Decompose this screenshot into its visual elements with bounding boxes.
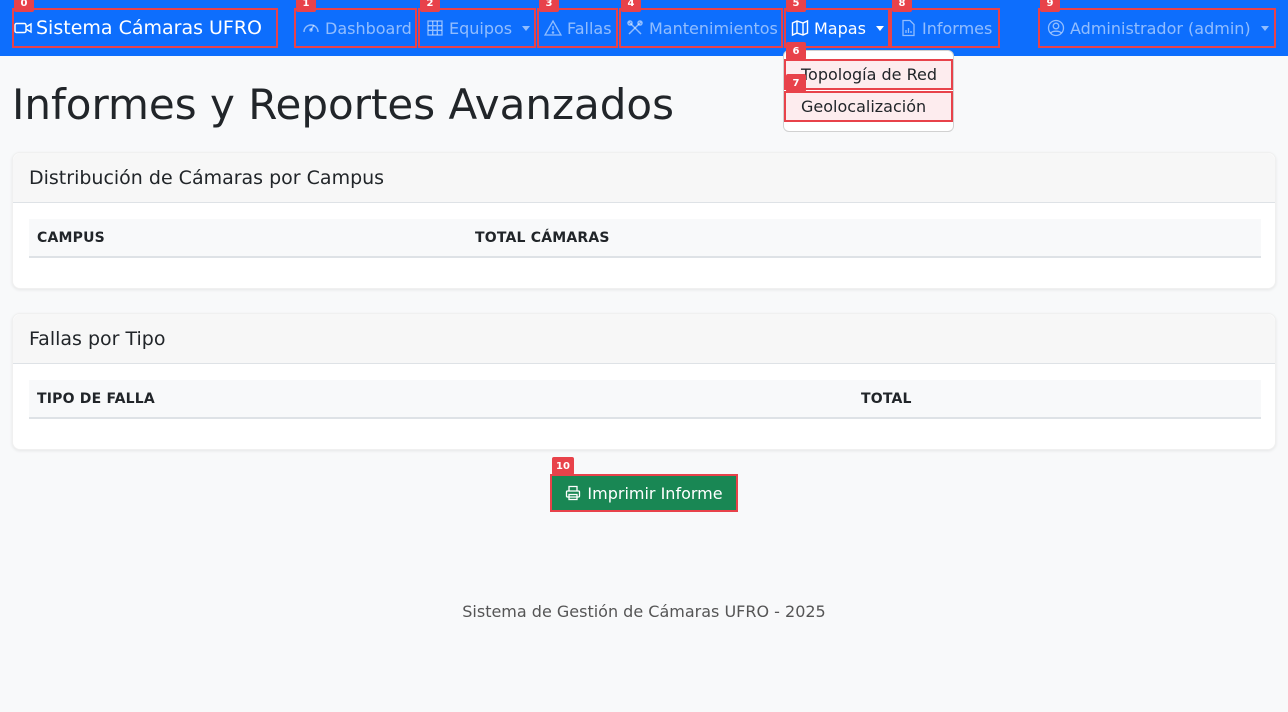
column-header-tipo-de-falla: TIPO DE FALLA (37, 390, 155, 407)
report-icon (899, 19, 917, 37)
nav-fallas-badge: 3 (539, 0, 559, 12)
table-header-row: CAMPUS TOTAL CÁMARAS (29, 219, 1261, 258)
brand-badge: 0 (14, 0, 34, 12)
dropdown-item-topologia-label: Topología de Red (801, 65, 937, 84)
nav-informes[interactable]: Informes (890, 8, 1000, 48)
nav-equipos-label: Equipos (449, 18, 513, 38)
nav-user-label: Administrador (admin) (1070, 18, 1251, 38)
video-camera-icon (14, 19, 32, 37)
print-report-button[interactable]: Imprimir Informe (550, 474, 738, 512)
dropdown-item-topologia[interactable]: Topología de Red (784, 59, 953, 90)
nav-dashboard[interactable]: Dashboard (294, 8, 417, 48)
chevron-down-icon (875, 25, 884, 31)
chevron-down-icon (1260, 25, 1269, 31)
grid-icon (426, 19, 444, 37)
dropdown-item-topologia-badge: 6 (786, 42, 806, 60)
dropdown-item-geolocalizacion-badge: 7 (786, 74, 806, 92)
nav-equipos[interactable]: Equipos (418, 8, 536, 48)
nav-user-menu[interactable]: Administrador (admin) (1038, 8, 1276, 48)
nav-mantenimientos-badge: 4 (621, 0, 641, 12)
tools-icon (626, 19, 644, 37)
card-title: Fallas por Tipo (29, 327, 166, 350)
dropdown-item-geolocalizacion-label: Geolocalización (801, 97, 927, 116)
column-header-total: TOTAL (861, 390, 912, 407)
nav-informes-label: Informes (922, 18, 993, 38)
chevron-down-icon (522, 25, 531, 31)
map-icon (791, 19, 809, 37)
campus-distribution-card: Distribución de Cámaras por Campus CAMPU… (12, 152, 1276, 289)
column-header-campus: CAMPUS (37, 229, 105, 246)
card-header: Distribución de Cámaras por Campus (13, 153, 1275, 203)
nav-dashboard-label: Dashboard (325, 18, 412, 38)
card-title: Distribución de Cámaras por Campus (29, 166, 385, 189)
footer-text: Sistema de Gestión de Cámaras UFRO - 202… (462, 602, 826, 621)
table-header-row: TIPO DE FALLA TOTAL (29, 380, 1261, 419)
page-title: Informes y Reportes Avanzados (12, 80, 675, 129)
print-report-badge: 10 (552, 457, 574, 475)
column-header-total-camaras: TOTAL CÁMARAS (475, 229, 610, 246)
dropdown-item-geolocalizacion[interactable]: Geolocalización (784, 91, 953, 122)
print-report-label: Imprimir Informe (587, 483, 723, 503)
speedometer-icon (302, 19, 320, 37)
nav-fallas[interactable]: Fallas (537, 8, 618, 48)
user-circle-icon (1047, 19, 1065, 37)
card-header: Fallas por Tipo (13, 314, 1275, 364)
fallas-por-tipo-card: Fallas por Tipo TIPO DE FALLA TOTAL (12, 313, 1276, 450)
nav-mapas-label: Mapas (814, 18, 866, 38)
warning-icon (544, 19, 562, 37)
brand-label: Sistema Cámaras UFRO (36, 17, 263, 39)
nav-dashboard-badge: 1 (296, 0, 316, 12)
nav-mantenimientos[interactable]: Mantenimientos (619, 8, 783, 48)
nav-equipos-badge: 2 (420, 0, 440, 12)
printer-icon (565, 485, 581, 501)
nav-informes-badge: 8 (892, 0, 912, 12)
brand-link[interactable]: Sistema Cámaras UFRO (12, 8, 278, 48)
nav-fallas-label: Fallas (567, 18, 612, 38)
nav-mantenimientos-label: Mantenimientos (649, 18, 778, 38)
nav-user-badge: 9 (1040, 0, 1060, 12)
nav-mapas-badge: 5 (786, 0, 806, 12)
